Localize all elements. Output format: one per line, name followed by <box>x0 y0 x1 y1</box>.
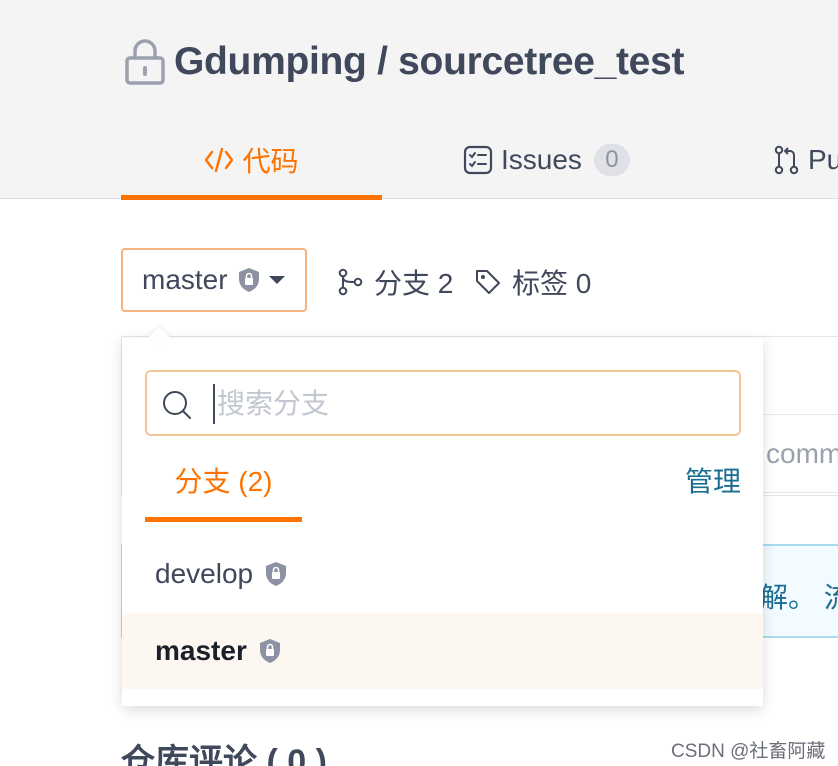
search-icon <box>163 391 191 419</box>
branches-count-label: 分支 2 <box>374 268 454 299</box>
shield-lock-icon <box>238 268 259 292</box>
branch-search-box[interactable] <box>145 370 741 436</box>
branches-count-link[interactable]: 分支 2 <box>338 262 453 302</box>
tab-pull-requests[interactable]: Pu <box>774 120 838 200</box>
active-tab-underline <box>121 195 382 200</box>
info-notice-text: 解。 流 <box>760 582 838 613</box>
code-icon <box>205 147 234 173</box>
shield-lock-icon <box>266 562 287 586</box>
tab-issues-label: Issues <box>501 144 582 175</box>
pull-request-icon <box>774 145 799 175</box>
branch-item-develop[interactable]: develop <box>122 536 763 612</box>
shield-lock-icon <box>259 639 280 663</box>
tags-count-label: 标签 0 <box>512 268 592 299</box>
branch-icon <box>338 268 363 296</box>
issues-count-badge: 0 <box>593 144 630 176</box>
branch-dropdown: 分支 (2) 管理 develop master <box>122 326 763 706</box>
tag-icon <box>476 270 500 294</box>
branch-item-master[interactable]: master <box>122 613 763 689</box>
tab-branches-label: 分支 (2) <box>174 466 273 497</box>
commit-text: comm <box>766 438 838 469</box>
branch-select-button[interactable]: master <box>121 248 307 312</box>
repo-tabs: 代码 Issues 0 Pu <box>0 120 838 200</box>
tags-count-link[interactable]: 标签 0 <box>474 262 591 302</box>
dropdown-tabs: 分支 (2) 管理 <box>145 454 741 522</box>
tab-code[interactable]: 代码 <box>121 120 382 200</box>
repo-title-row: Gdumping / sourcetree_test <box>124 38 684 86</box>
tab-pull-requests-label: Pu <box>808 144 838 175</box>
repo-title[interactable]: Gdumping / sourcetree_test <box>174 40 684 84</box>
chevron-down-icon <box>268 276 285 284</box>
dropdown-arrow <box>147 326 171 350</box>
active-tab-underline <box>145 517 302 522</box>
branch-name: develop <box>155 558 254 589</box>
repo-comments-heading: 仓库评论 ( 0 ) <box>121 743 327 766</box>
tab-issues[interactable]: Issues 0 <box>463 120 630 200</box>
current-branch-label: master <box>142 264 228 295</box>
issues-icon <box>463 145 493 175</box>
watermark: CSDN @社畜阿藏 <box>671 741 826 762</box>
tab-branches[interactable]: 分支 (2) <box>145 454 302 522</box>
repo-header: Gdumping / sourcetree_test 代码 Issues 0 P… <box>0 0 838 200</box>
manage-branches-link[interactable]: 管理 <box>685 454 741 510</box>
branch-name: master <box>155 635 247 666</box>
branch-search-input[interactable] <box>213 384 713 424</box>
tab-code-label: 代码 <box>242 146 299 177</box>
lock-icon <box>125 39 165 85</box>
